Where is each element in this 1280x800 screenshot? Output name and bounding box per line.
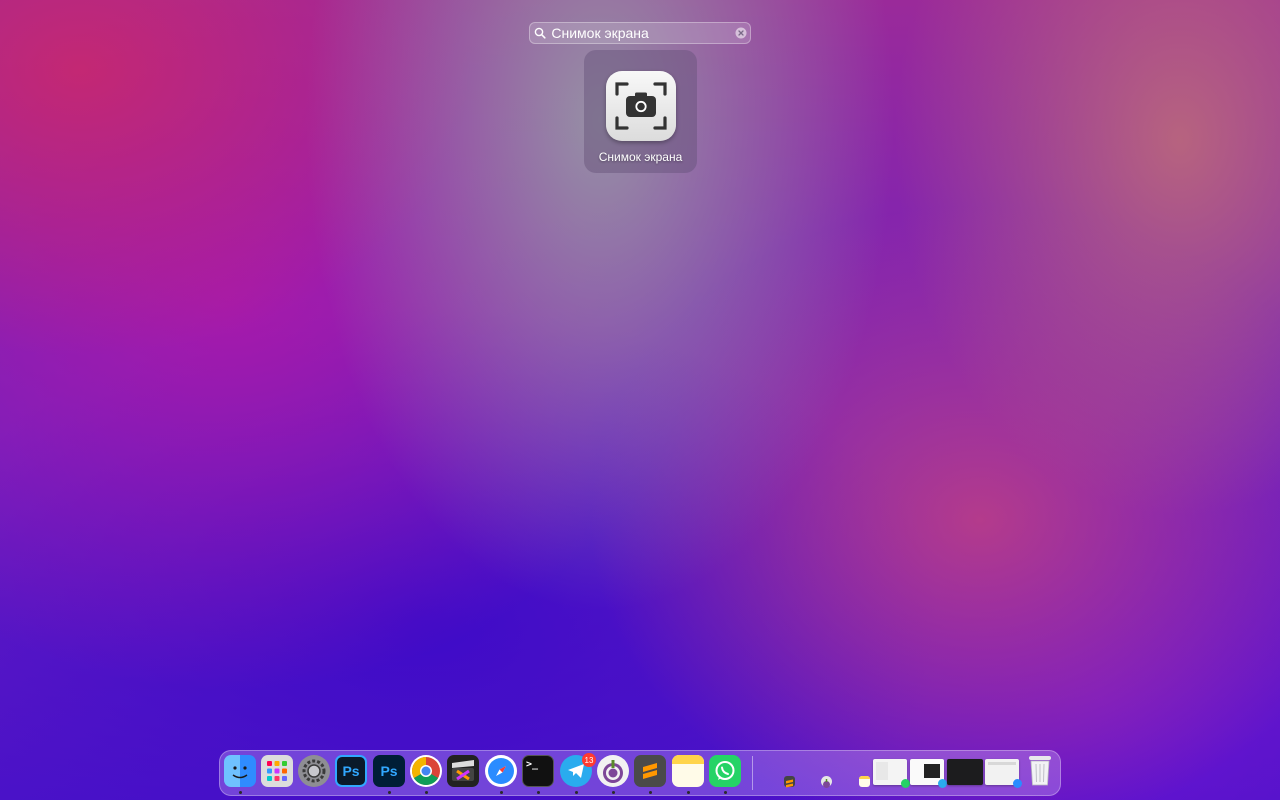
clear-search-button[interactable] xyxy=(732,23,750,43)
dock-final-cut-pro[interactable] xyxy=(447,755,479,787)
dock-window-thumbnail-whatsapp[interactable] xyxy=(873,759,910,788)
dock-minimized-notes[interactable] xyxy=(859,776,870,787)
dock-tor-browser[interactable] xyxy=(597,755,629,787)
trash-icon xyxy=(1029,756,1051,786)
dock-whatsapp[interactable] xyxy=(709,755,741,787)
dock-minimized-sublime[interactable] xyxy=(784,776,795,788)
telegram-paper-plane-icon xyxy=(938,779,947,788)
dock-sublime-text[interactable] xyxy=(634,755,666,787)
running-indicator xyxy=(575,791,578,794)
running-indicator xyxy=(687,791,690,794)
whatsapp-icon xyxy=(901,779,910,788)
photoshop-icon: Ps xyxy=(380,763,398,779)
dock-window-thumbnail-terminal[interactable] xyxy=(947,759,983,785)
sublime-icon xyxy=(786,779,793,788)
finder-icon xyxy=(232,766,248,779)
notes-icon xyxy=(672,755,704,764)
notes-icon xyxy=(859,776,870,779)
dock-photoshop[interactable]: Ps xyxy=(373,755,405,787)
running-indicator xyxy=(388,791,391,794)
tor-onion-icon xyxy=(603,760,623,783)
dock-minimized-tor[interactable] xyxy=(821,776,832,788)
clapperboard-icon xyxy=(452,760,474,781)
result-label: Снимок экрана xyxy=(598,150,683,164)
dock-finder[interactable] xyxy=(224,755,256,787)
whatsapp-icon xyxy=(715,761,735,780)
sublime-icon xyxy=(643,763,657,779)
tor-onion-icon xyxy=(823,779,830,788)
gear-icon xyxy=(302,759,326,783)
dock-system-preferences[interactable] xyxy=(298,755,330,787)
dock-launchpad[interactable] xyxy=(261,755,293,787)
search-input[interactable] xyxy=(549,23,733,43)
dock-terminal[interactable]: >_ xyxy=(522,755,554,787)
safari-compass-icon xyxy=(488,758,514,784)
dock-window-thumbnail-telegram[interactable] xyxy=(910,759,947,788)
clear-icon xyxy=(735,27,747,39)
dock-window-thumbnail-safari[interactable] xyxy=(985,759,1022,788)
screenshot-camera-icon xyxy=(605,71,676,141)
photoshop-icon: Ps xyxy=(342,763,360,779)
running-indicator xyxy=(724,791,727,794)
dock-safari[interactable] xyxy=(485,755,517,787)
safari-compass-icon xyxy=(1013,779,1022,788)
dock-photoshop-legacy[interactable]: Ps xyxy=(335,755,367,787)
search-result-screenshot-app[interactable]: Снимок экрана xyxy=(584,50,697,173)
search-icon xyxy=(530,23,549,43)
dock-notes[interactable] xyxy=(672,755,704,787)
terminal-icon: >_ xyxy=(526,759,539,770)
search-field[interactable] xyxy=(529,22,751,44)
dock-chrome[interactable] xyxy=(410,755,442,787)
running-indicator xyxy=(612,791,615,794)
running-indicator xyxy=(239,791,242,794)
running-indicator xyxy=(537,791,540,794)
chrome-icon xyxy=(412,757,440,785)
running-indicator xyxy=(425,791,428,794)
launchpad-icon xyxy=(267,761,287,781)
telegram-unread-badge: 13 xyxy=(582,753,596,767)
running-indicator xyxy=(649,791,652,794)
dock-trash[interactable] xyxy=(1025,752,1055,788)
running-indicator xyxy=(500,791,503,794)
dock-separator xyxy=(752,756,753,790)
